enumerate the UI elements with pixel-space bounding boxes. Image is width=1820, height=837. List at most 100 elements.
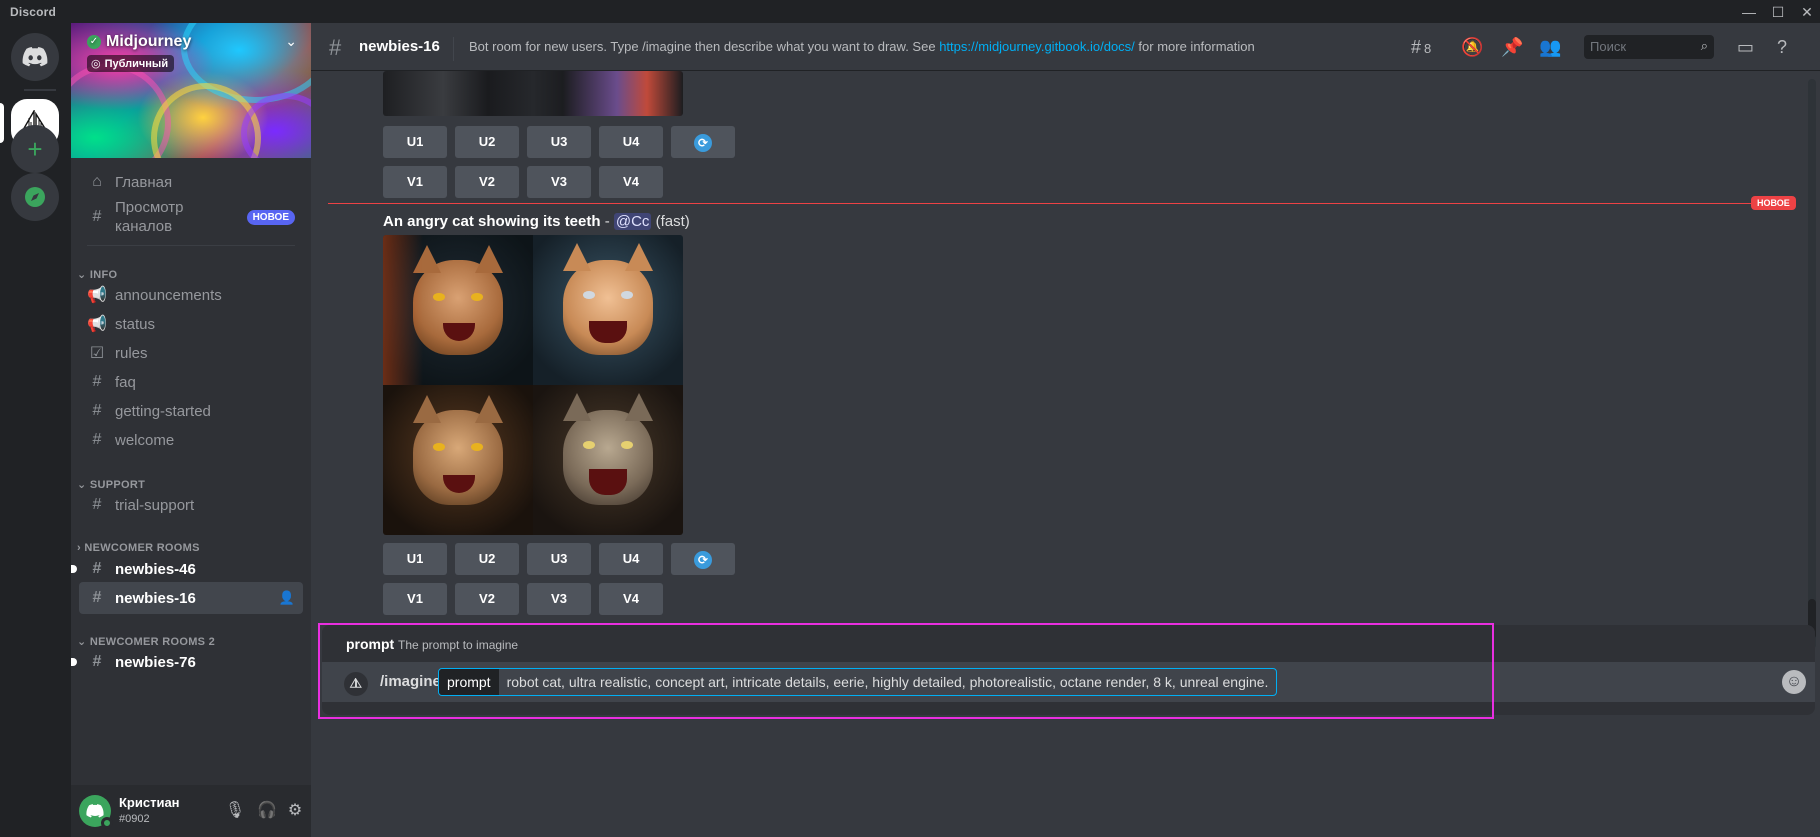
upscale-2-button[interactable]: U2	[455, 543, 519, 575]
variation-2-button[interactable]: V2	[455, 166, 519, 198]
upscale-1-button[interactable]: U1	[383, 126, 447, 158]
upscale-1-button[interactable]: U1	[383, 543, 447, 575]
channel-welcome[interactable]: # welcome	[79, 424, 303, 456]
window-titlebar: Discord — ☐ ✕	[0, 0, 1820, 23]
header-divider	[453, 37, 454, 61]
new-badge: НОВОЕ	[246, 210, 295, 225]
pin-icon[interactable]: 📌	[1501, 35, 1523, 59]
user-mention[interactable]: @Cc	[613, 213, 652, 230]
globe-icon: ◎	[91, 58, 101, 70]
online-status-indicator	[101, 817, 113, 829]
channel-status[interactable]: 📢 status	[79, 308, 303, 340]
verified-icon: ✓	[87, 35, 101, 49]
variation-1-button[interactable]: V1	[383, 583, 447, 615]
channel-newbies-16[interactable]: # newbies-16 👤	[79, 582, 303, 614]
channel-trial-support[interactable]: # trial-support	[79, 489, 303, 521]
channel-header: # newbies-16 Bot room for new users. Typ…	[311, 23, 1820, 71]
members-icon[interactable]: 👥	[1539, 35, 1561, 59]
user-tag: #0902	[119, 813, 150, 825]
variation-4-button[interactable]: V4	[599, 583, 663, 615]
headphones-icon[interactable]: 🎧	[255, 799, 279, 823]
thread-hash-icon: #	[92, 589, 102, 606]
new-messages-badge: НОВОЕ	[1751, 196, 1796, 210]
cat-image-2	[533, 235, 683, 385]
upscale-3-button[interactable]: U3	[527, 543, 591, 575]
thread-hash-icon: #	[92, 653, 102, 670]
server-banner: ✓ Midjourney ⌄ ◎ Публичный	[71, 23, 311, 158]
channel-newbies-46[interactable]: # newbies-46	[71, 553, 303, 585]
previous-image-grid[interactable]	[383, 71, 683, 116]
discord-logo-icon	[22, 47, 48, 67]
cat-image-4	[533, 385, 683, 535]
channel-getting-started[interactable]: # getting-started	[79, 395, 303, 427]
channel-topic: Bot room for new users. Type /imagine th…	[469, 39, 1255, 54]
home-icon: ⌂	[92, 173, 102, 190]
active-server-indicator	[0, 103, 4, 143]
thread-hash-icon: #	[92, 560, 102, 577]
reroll-button[interactable]: ⟳	[671, 126, 735, 158]
variation-1-button[interactable]: V1	[383, 166, 447, 198]
channel-title: newbies-16	[359, 38, 440, 55]
upscale-4-button[interactable]: U4	[599, 543, 663, 575]
checkbox-icon: ☑	[89, 345, 105, 362]
server-name-button[interactable]: ✓ Midjourney	[87, 33, 191, 51]
channel-rules[interactable]: ☑ rules	[79, 337, 303, 369]
compass-icon	[25, 187, 45, 207]
channel-sidebar: ✓ Midjourney ⌄ ◎ Публичный ⌂ Главная # П…	[71, 23, 311, 837]
new-messages-divider	[328, 203, 1793, 204]
generated-image-grid[interactable]	[383, 235, 683, 535]
thread-hash-icon: #	[92, 496, 102, 513]
unread-indicator	[71, 658, 77, 666]
minimize-button[interactable]: —	[1736, 1, 1762, 23]
upscale-4-button[interactable]: U4	[599, 126, 663, 158]
channel-announcements[interactable]: 📢 announcements	[79, 279, 303, 311]
rail-separator	[24, 89, 56, 91]
variation-4-button[interactable]: V4	[599, 166, 663, 198]
user-name: Кристиан	[119, 795, 180, 810]
upscale-3-button[interactable]: U3	[527, 126, 591, 158]
variation-3-button[interactable]: V3	[527, 166, 591, 198]
close-button[interactable]: ✕	[1794, 1, 1820, 23]
nav-home[interactable]: ⌂ Главная	[79, 166, 303, 198]
channel-faq[interactable]: # faq	[79, 366, 303, 398]
message-prompt-line: An angry cat showing its teeth - @Cc (fa…	[383, 213, 690, 230]
sidebar-divider	[87, 245, 295, 246]
server-name: Midjourney	[106, 33, 192, 50]
browse-hash-icon: #	[92, 208, 102, 225]
explore-servers-button[interactable]	[11, 173, 59, 221]
topic-link[interactable]: https://midjourney.gitbook.io/docs/	[939, 39, 1135, 54]
public-badge: ◎ Публичный	[87, 55, 175, 72]
hash-icon: #	[92, 431, 102, 448]
chevron-down-icon[interactable]: ⌄	[285, 33, 297, 50]
search-input[interactable]: Поиск ⌕	[1584, 35, 1714, 59]
mute-notifications-icon[interactable]: 🔕	[1461, 35, 1483, 59]
unread-indicator	[71, 565, 77, 573]
hash-icon: #	[92, 402, 102, 419]
threads-button[interactable]: #8	[1411, 35, 1431, 59]
refresh-icon: ⟳	[694, 550, 712, 569]
add-server-button[interactable]: +	[11, 125, 59, 173]
discord-home-button[interactable]	[11, 33, 59, 81]
invite-member-icon[interactable]: 👤	[279, 590, 295, 606]
microphone-icon[interactable]: 🎙	[223, 799, 247, 823]
user-panel: Кристиан #0902 🎙 🎧 ⚙	[71, 785, 311, 837]
settings-gear-icon[interactable]: ⚙	[283, 799, 307, 823]
cat-image-3	[383, 385, 533, 535]
chat-scrollbar[interactable]	[1808, 79, 1816, 649]
search-icon: ⌕	[1700, 38, 1708, 53]
nav-browse-channels[interactable]: # Просмотр каналов НОВОЕ	[79, 196, 303, 238]
variation-3-button[interactable]: V3	[527, 583, 591, 615]
help-icon[interactable]: ?	[1777, 35, 1787, 59]
cat-image-1	[383, 235, 533, 385]
variation-2-button[interactable]: V2	[455, 583, 519, 615]
hash-icon: #	[92, 373, 102, 390]
upscale-2-button[interactable]: U2	[455, 126, 519, 158]
maximize-button[interactable]: ☐	[1765, 1, 1791, 23]
reroll-button[interactable]: ⟳	[671, 543, 735, 575]
threads-icon: #	[1411, 37, 1422, 57]
inbox-icon[interactable]: ▭	[1737, 35, 1754, 59]
thread-hash-icon: #	[329, 35, 342, 60]
channel-newbies-76[interactable]: # newbies-76	[71, 646, 303, 678]
app-name: Discord	[10, 5, 57, 19]
scrollbar-thumb[interactable]	[1808, 599, 1816, 639]
